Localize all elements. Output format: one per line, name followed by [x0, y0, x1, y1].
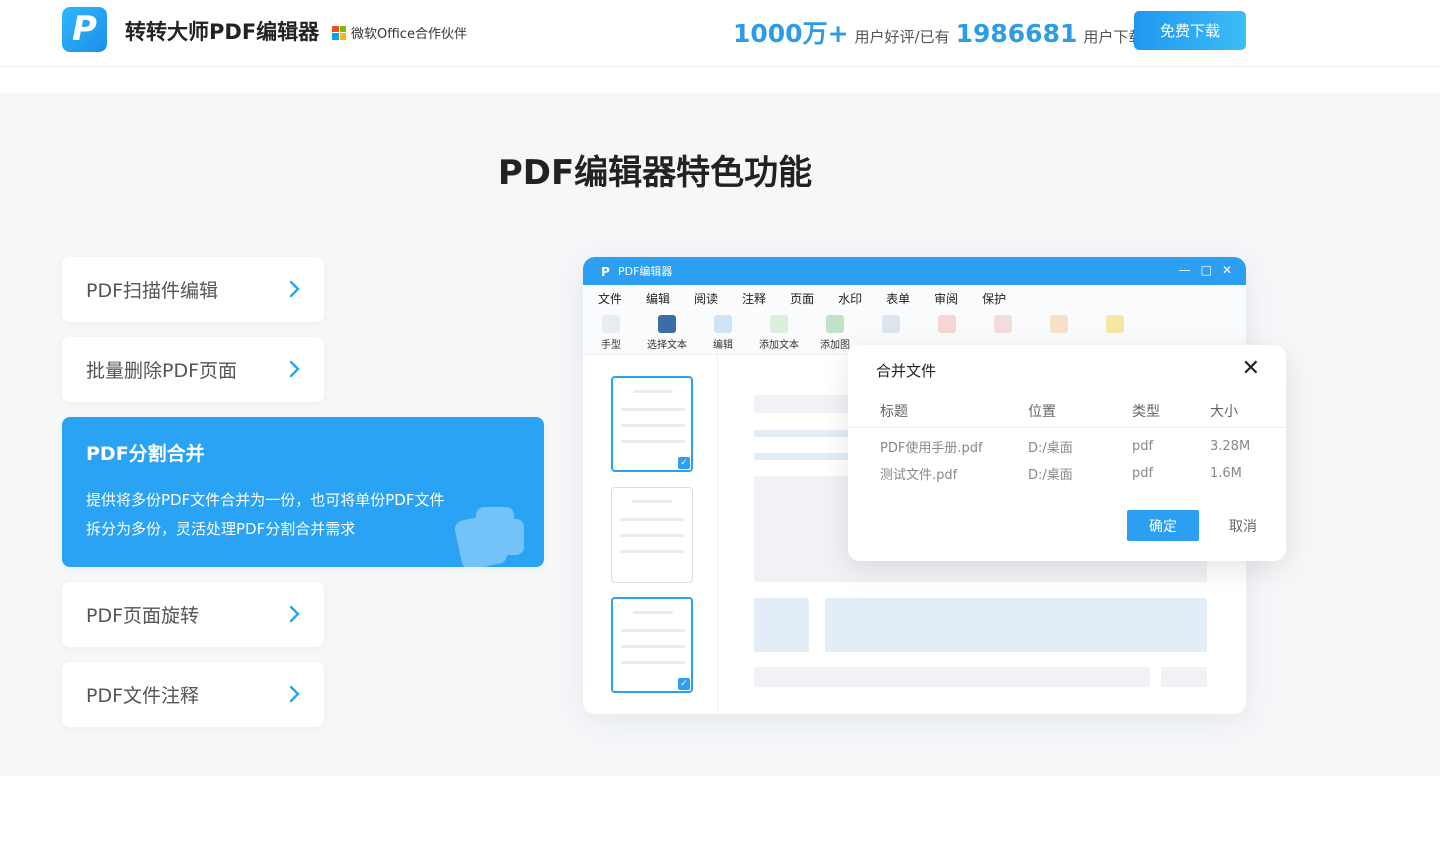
- microsoft-logo-icon: [332, 25, 346, 40]
- chevron-right-icon: [289, 280, 300, 298]
- tool-sign[interactable]: [975, 315, 1031, 333]
- content-placeholder: [1161, 667, 1207, 687]
- feature-tab-scan-edit[interactable]: PDF扫描件编辑: [62, 257, 324, 322]
- content-placeholder: [825, 598, 1207, 652]
- sign-icon: [994, 315, 1012, 333]
- feature-tab-annotate[interactable]: PDF文件注释: [62, 662, 324, 727]
- menu-bar: 文件 编辑 阅读 注释 页面 水印 表单 审阅 保护: [583, 285, 1246, 311]
- tool-delete-page[interactable]: [919, 315, 975, 333]
- svg-text:P: P: [601, 265, 610, 277]
- merge-files-dialog: 合并文件 ✕ 标题 位置 类型 大小 PDF使用手册.pdf D:/桌面 pdf…: [848, 345, 1286, 561]
- feature-tab-batch-delete[interactable]: 批量删除PDF页面: [62, 337, 324, 402]
- feature-tab-split-merge[interactable]: PDF分割合并 提供将多份PDF文件合并为一份，也可将单份PDF文件拆分为多份，…: [62, 417, 544, 567]
- menu-form[interactable]: 表单: [886, 290, 910, 307]
- tool-hand[interactable]: 手型: [583, 315, 639, 351]
- hand-icon: [602, 315, 620, 333]
- content-placeholder: [754, 598, 809, 652]
- close-icon[interactable]: ✕: [1242, 356, 1260, 381]
- menu-file[interactable]: 文件: [598, 290, 622, 307]
- app-logo-icon[interactable]: P: [62, 7, 107, 52]
- partner-badge: 微软Office合作伙伴: [332, 23, 467, 42]
- maximize-icon[interactable]: □: [1201, 263, 1212, 277]
- page-thumbnail[interactable]: ✓: [611, 376, 693, 472]
- app-icon: P: [601, 265, 610, 277]
- feature-label: PDF扫描件编辑: [86, 280, 219, 302]
- tool-highlight[interactable]: [1087, 315, 1143, 333]
- file-location: D:/桌面: [1028, 441, 1073, 456]
- chevron-right-icon: [289, 605, 300, 623]
- tool-select-text[interactable]: 选择文本: [639, 315, 695, 351]
- feature-label: PDF文件注释: [86, 685, 200, 707]
- chevron-right-icon: [289, 685, 300, 703]
- merge-decoration-icon: [454, 507, 524, 567]
- file-type: pdf: [1132, 439, 1154, 454]
- menu-protect[interactable]: 保护: [982, 290, 1006, 307]
- add-image-icon: [826, 315, 844, 333]
- file-location: D:/桌面: [1028, 468, 1073, 483]
- table-row[interactable]: PDF使用手册.pdf D:/桌面 pdf 3.28M: [848, 433, 1286, 460]
- rating-count: 1000万+: [733, 19, 849, 48]
- edit-icon: [714, 315, 732, 333]
- menu-annotate[interactable]: 注释: [742, 290, 766, 307]
- checkbox-checked-icon: ✓: [678, 678, 690, 690]
- add-text-icon: [770, 315, 788, 333]
- confirm-button[interactable]: 确定: [1127, 510, 1199, 541]
- file-size: 3.28M: [1210, 439, 1251, 454]
- content-placeholder: [754, 667, 1150, 687]
- menu-read[interactable]: 阅读: [694, 290, 718, 307]
- feature-description: 提供将多份PDF文件合并为一份，也可将单份PDF文件拆分为多份，灵活处理PDF分…: [86, 491, 445, 538]
- window-titlebar: P PDF编辑器 — □ ✕: [583, 257, 1246, 285]
- page-icon: [882, 315, 900, 333]
- content-placeholder: [754, 395, 854, 413]
- feature-label: PDF页面旋转: [86, 605, 200, 627]
- close-icon[interactable]: ✕: [1222, 263, 1232, 277]
- file-size: 1.6M: [1210, 466, 1242, 481]
- column-header: 位置: [1028, 404, 1056, 420]
- feature-tab-rotate[interactable]: PDF页面旋转: [62, 582, 324, 647]
- cancel-button[interactable]: 取消: [1218, 510, 1268, 541]
- section-title: PDF编辑器特色功能: [497, 153, 813, 193]
- highlight-icon: [1106, 315, 1124, 333]
- tool-add-text[interactable]: 添加文本: [751, 315, 807, 351]
- column-header: 标题: [880, 404, 908, 420]
- free-download-button[interactable]: 免费下载: [1134, 11, 1246, 50]
- column-header: 大小: [1210, 404, 1238, 420]
- column-header: 类型: [1132, 404, 1160, 420]
- menu-edit[interactable]: 编辑: [646, 290, 670, 307]
- page-thumbnail[interactable]: [611, 487, 693, 583]
- brand-name: 转转大师PDF编辑器: [125, 20, 320, 44]
- table-header: 标题 位置 类型 大小: [848, 395, 1286, 428]
- feature-label: 批量删除PDF页面: [86, 360, 238, 382]
- page-thumbnail[interactable]: ✓: [611, 597, 693, 693]
- table-row[interactable]: 测试文件.pdf D:/桌面 pdf 1.6M: [848, 460, 1286, 487]
- site-header: P 转转大师PDF编辑器 微软Office合作伙伴 1000万+ 用户好评/已有…: [0, 0, 1440, 67]
- checkbox-checked-icon: ✓: [678, 457, 690, 469]
- file-name: PDF使用手册.pdf: [880, 441, 983, 456]
- tool-page[interactable]: [863, 315, 919, 333]
- tool-stamp[interactable]: [1031, 315, 1087, 333]
- download-count: 1986681: [955, 19, 1078, 48]
- partner-text: 微软Office合作伙伴: [351, 27, 467, 42]
- minimize-icon[interactable]: —: [1179, 263, 1191, 277]
- window-title: PDF编辑器: [618, 265, 673, 278]
- feature-label: PDF分割合并: [86, 443, 205, 465]
- stamp-icon: [1050, 315, 1068, 333]
- text-select-icon: [658, 315, 676, 333]
- file-type: pdf: [1132, 466, 1154, 481]
- chevron-right-icon: [289, 360, 300, 378]
- user-stats: 1000万+ 用户好评/已有 1986681 用户下载: [733, 14, 1143, 50]
- thumbnail-panel: ✓ ✓: [583, 355, 718, 714]
- dialog-title: 合并文件: [876, 362, 937, 380]
- file-name: 测试文件.pdf: [880, 468, 958, 483]
- menu-page[interactable]: 页面: [790, 290, 814, 307]
- rating-text: 用户好评/已有: [854, 28, 950, 46]
- menu-watermark[interactable]: 水印: [838, 290, 862, 307]
- tool-edit[interactable]: 编辑: [695, 315, 751, 351]
- delete-page-icon: [938, 315, 956, 333]
- menu-review[interactable]: 审阅: [934, 290, 958, 307]
- file-table: 标题 位置 类型 大小 PDF使用手册.pdf D:/桌面 pdf 3.28M …: [848, 395, 1286, 487]
